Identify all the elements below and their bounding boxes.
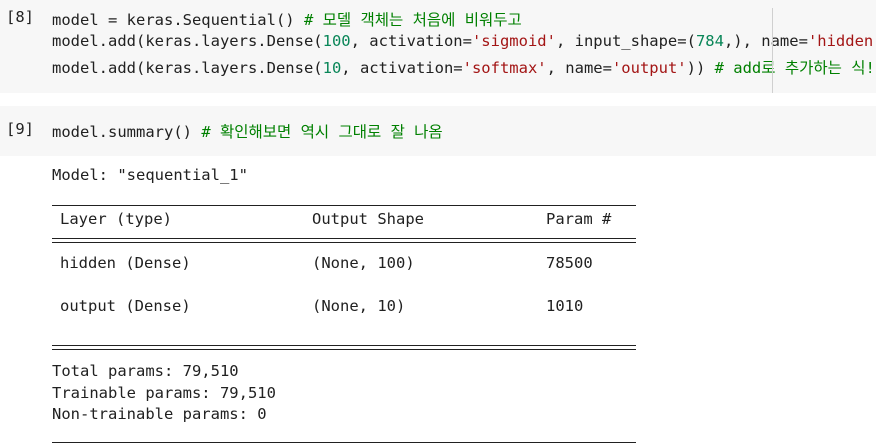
code-line: model = keras.Sequential() # 모델 객체는 처음에 … — [52, 8, 522, 30]
code-cell-9[interactable]: [9] model.summary() # 확인해보면 역시 그대로 잘 나옴 — [0, 106, 876, 156]
code-token: ,), name= — [723, 32, 808, 50]
header-shape: Output Shape — [312, 210, 424, 228]
header-param: Param # — [546, 210, 612, 228]
code-token: , input_shape=( — [555, 32, 696, 50]
code-token: , activation= — [341, 59, 463, 77]
code-line: model.summary() # 확인해보면 역시 그대로 잘 나옴 — [52, 120, 443, 142]
row-param: 78500 — [546, 254, 593, 272]
code-token: 784 — [695, 32, 724, 50]
execution-count-8: [8] — [6, 8, 34, 26]
summary-double-rule — [52, 238, 636, 244]
code-token: 'output' — [611, 59, 687, 77]
row-shape: (None, 100) — [312, 254, 415, 272]
code-token: 'hidden' — [807, 32, 876, 50]
code-token: 100 — [322, 32, 351, 50]
non-trainable-params: Non-trainable params: 0 — [52, 405, 267, 423]
code-token: model.add(keras.layers.Dense( — [52, 32, 323, 50]
summary-top-rule — [52, 205, 636, 206]
code-token: model.summary() — [52, 123, 202, 141]
model-title: Model: "sequential_1" — [52, 166, 248, 184]
execution-count-9: [9] — [6, 120, 34, 138]
row-layer: hidden (Dense) — [60, 254, 191, 272]
code-cell-8[interactable]: [8] model = keras.Sequential() # 모델 객체는 … — [0, 0, 876, 93]
code-token: # 모델 객체는 처음에 비워두고 — [303, 11, 522, 29]
row-param: 1010 — [546, 297, 584, 315]
code-token: 'sigmoid' — [471, 32, 556, 50]
trainable-params: Trainable params: 79,510 — [52, 384, 276, 402]
editor-ruler — [772, 8, 773, 93]
code-token: 10 — [322, 59, 342, 77]
code-line: model.add(keras.layers.Dense(100, activa… — [52, 32, 876, 50]
summary-double-rule — [52, 345, 636, 351]
code-line: model.add(keras.layers.Dense(10, activat… — [52, 56, 875, 78]
code-token: , name= — [546, 59, 612, 77]
header-layer: Layer (type) — [60, 210, 172, 228]
code-token: model.add(keras.layers.Dense( — [52, 59, 323, 77]
code-token: # 확인해보면 역시 그대로 잘 나옴 — [201, 123, 443, 141]
code-token: , activation= — [350, 32, 472, 50]
code-token: )) — [686, 59, 715, 77]
code-token: 'softmax' — [462, 59, 547, 77]
code-token: model = keras.Sequential() — [52, 11, 304, 29]
summary-bottom-rule — [52, 442, 636, 443]
row-layer: output (Dense) — [60, 297, 191, 315]
code-token: # add로 추가하는 식! — [714, 59, 875, 77]
total-params: Total params: 79,510 — [52, 362, 239, 380]
row-shape: (None, 10) — [312, 297, 406, 315]
